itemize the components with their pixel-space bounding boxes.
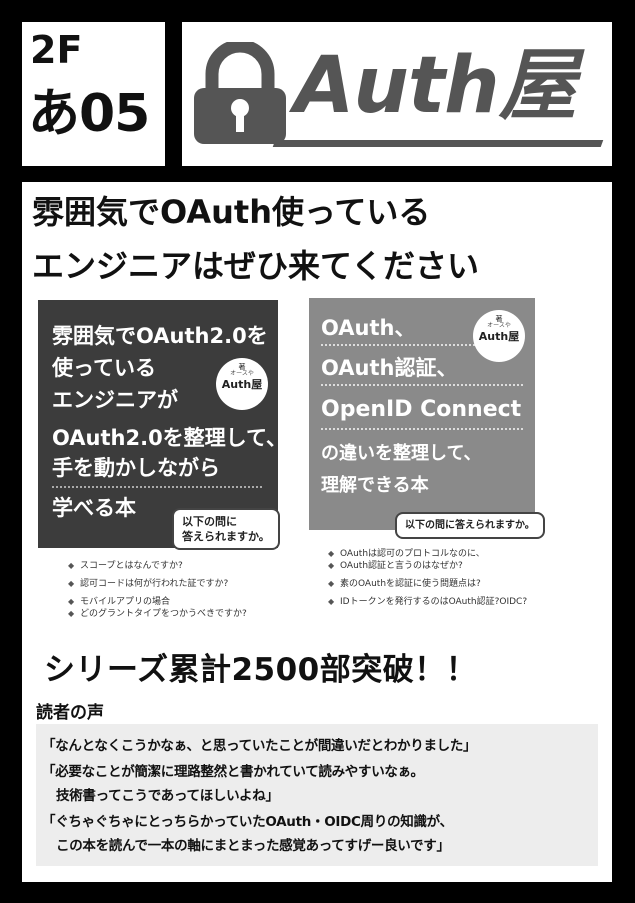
main-panel: 雰囲気でOAuth使っている エンジニアはぜひ来てください 雰囲気でOAuth2…	[22, 182, 612, 882]
badge-author: Auth屋	[221, 378, 263, 391]
book2-title-line: の違いを整理して、	[321, 443, 482, 464]
list-item: 素のOAuthを認証に使う問題点は?	[328, 578, 527, 590]
bubble-line: 以下の問に	[182, 515, 237, 528]
list-item: OAuthは認可のプロトコルなのに、	[328, 548, 527, 560]
list-item: スコープとはなんですか?	[68, 560, 247, 572]
book2-cover: OAuth、 OAuth認証、 OpenID Connect の違いを整理して、…	[309, 298, 535, 530]
list-item: IDトークンを発行するのはOAuth認証?OIDC?	[328, 596, 527, 608]
review-line: 技術書ってこうであってほしいよね」	[56, 788, 279, 804]
logo-panel: Auth屋	[182, 22, 612, 166]
bubble-line: 答えられますか。	[182, 530, 270, 543]
lock-icon	[194, 42, 286, 144]
list-item: モバイルアプリの場合	[68, 596, 247, 608]
list-item: どのグラントタイプをつかうべきですか?	[68, 608, 247, 620]
divider	[52, 486, 262, 488]
book1-bubble: 以下の問に 答えられますか。	[172, 508, 280, 550]
book2-bubble: 以下の問に答えられますか。	[395, 512, 545, 539]
list-item-cont: どのグラントタイプをつかうべきですか?	[80, 609, 247, 619]
headline-line2: エンジニアはぜひ来てください	[32, 247, 480, 285]
author-badge: 著 オースや Auth屋	[473, 310, 525, 362]
review-line: 「なんとなくこうかなぁ、と思っていたことが間違いだとわかりました」	[42, 738, 477, 754]
logo-text: Auth屋	[294, 41, 577, 131]
logo-underline	[272, 140, 604, 147]
book1-title-line: 学べる本	[52, 496, 136, 520]
book1-title-line: OAuth2.0を整理して、	[52, 426, 288, 450]
list-item-cont: OAuth認証と言うのはなぜか?	[340, 561, 463, 571]
booth-number-panel: 2F あ05	[22, 22, 165, 166]
book1-title-line: 手を動かしながら	[52, 456, 220, 480]
review-line: 「必要なことが簡潔に理路整然と書かれていて読みやすいなぁ。	[42, 764, 424, 780]
book1-title-line: 使っている	[52, 356, 156, 380]
list-item: OAuth認証と言うのはなぜか?	[328, 560, 527, 572]
book2-title-line: OpenID Connect	[321, 397, 522, 422]
book1-title-line: エンジニアが	[52, 388, 178, 412]
book2-questions: OAuthは認可のプロトコルなのに、 OAuth認証と言うのはなぜか? 素のOA…	[328, 548, 527, 614]
author-badge: 著 オースや Auth屋	[216, 358, 268, 410]
badge-author: Auth屋	[478, 330, 520, 343]
divider	[321, 384, 523, 386]
booth-floor: 2F	[30, 28, 83, 72]
series-banner: シリーズ累計2500部突破！！	[44, 652, 478, 688]
divider	[321, 428, 523, 430]
book1-title-line: 雰囲気でOAuth2.0を	[52, 324, 268, 348]
headline-line1: 雰囲気でOAuth使っている	[32, 193, 431, 231]
reviews-title: 読者の声	[36, 703, 104, 723]
review-line: 「ぐちゃぐちゃにとっちらかっていたOAuth・OIDC周りの知識が、	[42, 814, 453, 830]
book1-questions: スコープとはなんですか? 認可コードは何が行われた証ですか? モバイルアプリの場…	[68, 560, 247, 626]
list-item: 認可コードは何が行われた証ですか?	[68, 578, 247, 590]
book2-title-line: OAuth認証、	[321, 356, 458, 380]
reviews-box: 「なんとなくこうかなぁ、と思っていたことが間違いだとわかりました」 「必要なこと…	[36, 724, 598, 866]
review-line: この本を読んで一本の軸にまとまった感覚あってすげー良いです」	[56, 838, 450, 854]
book2-title-line: 理解できる本	[321, 475, 429, 496]
booth-number: あ05	[28, 84, 150, 144]
book2-title-line: OAuth、	[321, 316, 416, 340]
